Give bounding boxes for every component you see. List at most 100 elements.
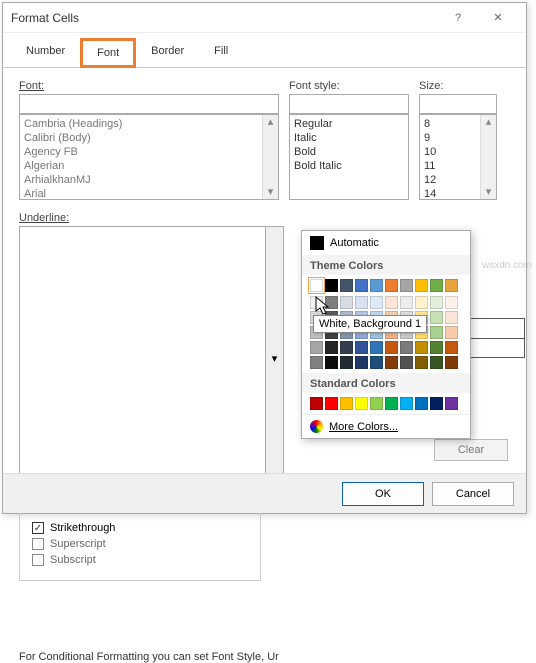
standard-colors-header: Standard Colors: [302, 373, 470, 393]
chevron-down-icon[interactable]: ▾: [265, 227, 283, 490]
strikethrough-checkbox[interactable]: Strikethrough: [32, 522, 248, 534]
color-swatch[interactable]: [415, 296, 428, 309]
color-swatch[interactable]: [445, 311, 458, 324]
color-swatch[interactable]: [430, 279, 443, 292]
footer: OK Cancel: [3, 473, 526, 513]
font-input[interactable]: [19, 94, 279, 114]
color-swatch[interactable]: [430, 311, 443, 324]
color-swatch[interactable]: [310, 279, 323, 292]
color-swatch[interactable]: [355, 356, 368, 369]
color-swatch[interactable]: [340, 296, 353, 309]
color-swatch[interactable]: [430, 341, 443, 354]
color-swatch[interactable]: [445, 326, 458, 339]
color-swatch[interactable]: [400, 341, 413, 354]
font-label: Font:: [19, 80, 279, 92]
color-swatch[interactable]: [325, 341, 338, 354]
more-colors-option[interactable]: More Colors...: [302, 414, 470, 438]
list-item[interactable]: Bold Italic: [294, 159, 404, 173]
font-listbox[interactable]: Cambria (Headings) Calibri (Body) Agency…: [19, 114, 279, 200]
help-button[interactable]: ?: [438, 4, 478, 32]
color-swatch[interactable]: [325, 279, 338, 292]
color-swatch[interactable]: [400, 296, 413, 309]
color-swatch[interactable]: [400, 397, 413, 410]
checkbox-icon: [32, 522, 44, 534]
color-swatch[interactable]: [385, 279, 398, 292]
tab-number[interactable]: Number: [11, 38, 80, 68]
ok-button[interactable]: OK: [342, 482, 424, 506]
list-item[interactable]: Bold: [294, 145, 404, 159]
color-swatch[interactable]: [385, 341, 398, 354]
swatch-icon: [310, 236, 324, 250]
automatic-option[interactable]: Automatic: [302, 231, 470, 255]
list-item[interactable]: Algerian: [24, 159, 274, 173]
list-item[interactable]: Arial: [24, 187, 274, 200]
color-swatch[interactable]: [430, 296, 443, 309]
color-swatch[interactable]: [385, 356, 398, 369]
tab-border[interactable]: Border: [136, 38, 199, 68]
theme-colors-header: Theme Colors: [302, 255, 470, 275]
scrollbar[interactable]: ▴▾: [262, 115, 278, 199]
color-wheel-icon: [310, 420, 323, 433]
subscript-checkbox[interactable]: Subscript: [32, 554, 248, 566]
cursor-icon: [315, 296, 333, 318]
color-swatch[interactable]: [415, 356, 428, 369]
size-listbox[interactable]: 8 9 10 11 12 14 ▴▾: [419, 114, 497, 200]
color-swatch[interactable]: [415, 341, 428, 354]
color-swatch[interactable]: [355, 397, 368, 410]
color-swatch[interactable]: [430, 326, 443, 339]
color-swatch[interactable]: [355, 341, 368, 354]
fontstyle-listbox[interactable]: Regular Italic Bold Bold Italic: [289, 114, 409, 200]
color-swatch[interactable]: [325, 397, 338, 410]
color-swatch[interactable]: [385, 296, 398, 309]
list-item[interactable]: Calibri (Body): [24, 131, 274, 145]
list-item[interactable]: Agency FB: [24, 145, 274, 159]
color-swatch[interactable]: [370, 356, 383, 369]
color-swatch[interactable]: [370, 341, 383, 354]
color-swatch[interactable]: [340, 341, 353, 354]
color-swatch[interactable]: [385, 397, 398, 410]
checkbox-icon: [32, 554, 44, 566]
color-swatch[interactable]: [445, 356, 458, 369]
color-swatch[interactable]: [310, 356, 323, 369]
color-swatch[interactable]: [355, 296, 368, 309]
standard-swatch-row: [302, 393, 470, 414]
color-swatch[interactable]: [340, 279, 353, 292]
cancel-button[interactable]: Cancel: [432, 482, 514, 506]
close-button[interactable]: ✕: [478, 4, 518, 32]
tab-font[interactable]: Font: [80, 38, 136, 68]
scrollbar[interactable]: ▴▾: [480, 115, 496, 199]
color-swatch[interactable]: [445, 397, 458, 410]
tab-strip: Number Font Border Fill: [3, 37, 526, 68]
color-swatch[interactable]: [310, 397, 323, 410]
color-swatch[interactable]: [325, 356, 338, 369]
color-swatch[interactable]: [310, 341, 323, 354]
tab-fill[interactable]: Fill: [199, 38, 243, 68]
preview-box: [463, 318, 525, 358]
clear-button[interactable]: Clear: [434, 439, 508, 461]
list-item[interactable]: Italic: [294, 131, 404, 145]
color-swatch[interactable]: [355, 279, 368, 292]
color-swatch[interactable]: [370, 279, 383, 292]
color-swatch[interactable]: [430, 356, 443, 369]
color-swatch[interactable]: [445, 341, 458, 354]
fontstyle-input[interactable]: [289, 94, 409, 114]
color-swatch[interactable]: [400, 279, 413, 292]
color-swatch[interactable]: [415, 279, 428, 292]
size-input[interactable]: [419, 94, 497, 114]
color-swatch[interactable]: [340, 397, 353, 410]
color-swatch[interactable]: [415, 397, 428, 410]
color-swatch[interactable]: [340, 356, 353, 369]
color-swatch[interactable]: [400, 356, 413, 369]
list-item[interactable]: Regular: [294, 117, 404, 131]
color-swatch[interactable]: [430, 397, 443, 410]
color-swatch[interactable]: [445, 296, 458, 309]
superscript-checkbox[interactable]: Superscript: [32, 538, 248, 550]
color-swatch[interactable]: [445, 279, 458, 292]
color-swatch[interactable]: [370, 397, 383, 410]
list-item[interactable]: Cambria (Headings): [24, 117, 274, 131]
underline-label: Underline:: [19, 212, 284, 224]
color-picker-popup: Automatic Theme Colors Standard Colors M…: [301, 230, 471, 439]
underline-combo[interactable]: ▾: [19, 226, 284, 491]
color-swatch[interactable]: [370, 296, 383, 309]
list-item[interactable]: ArhialkhanMJ: [24, 173, 274, 187]
